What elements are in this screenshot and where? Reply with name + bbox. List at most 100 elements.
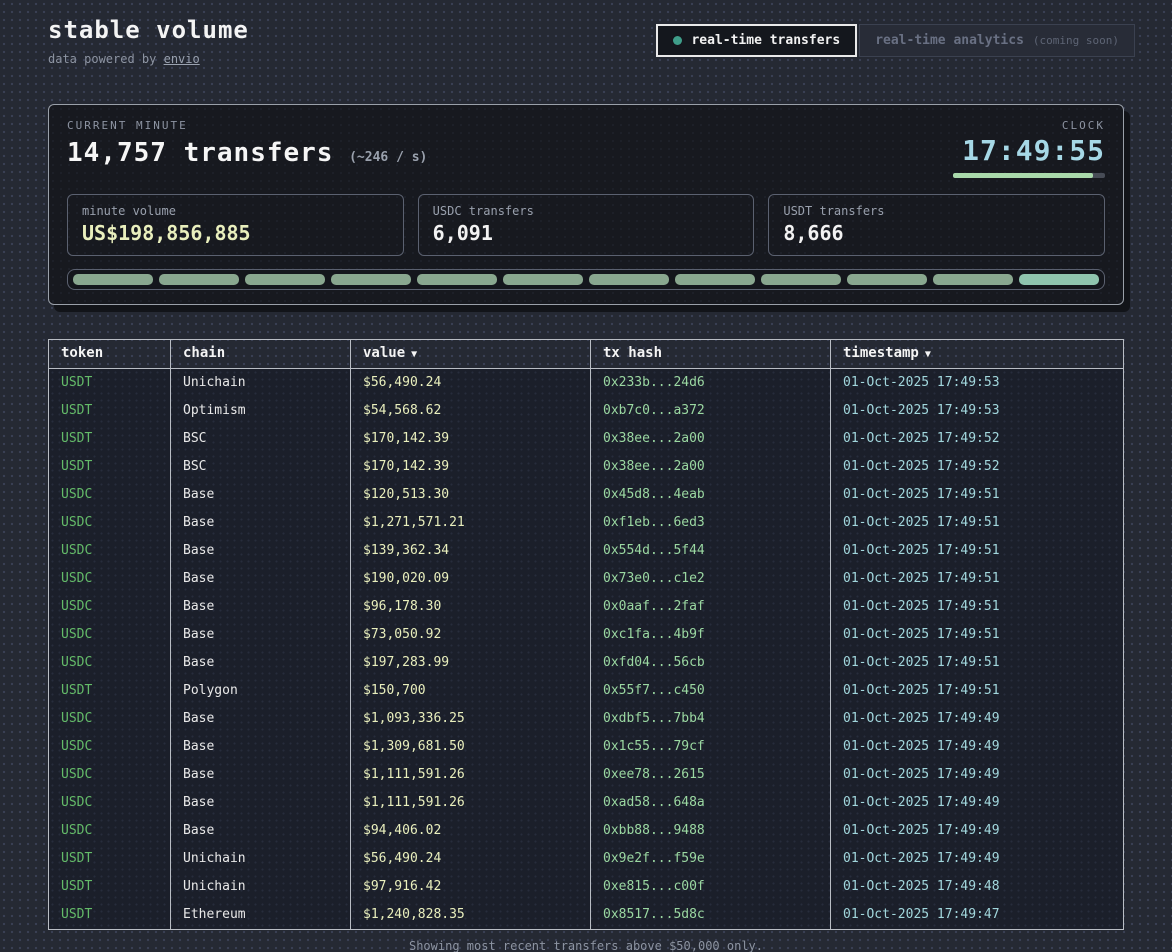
cell-value: $56,490.24 bbox=[351, 369, 591, 397]
clock-progress-fill bbox=[953, 173, 1093, 178]
cell-timestamp: 01-Oct-2025 17:49:49 bbox=[831, 733, 1123, 761]
cell-tx-hash[interactable]: 0xb7c0...a372 bbox=[591, 397, 831, 425]
current-minute-label: CURRENT MINUTE bbox=[67, 119, 427, 132]
cell-value: $197,283.99 bbox=[351, 649, 591, 677]
clock-time: 17:49:55 bbox=[953, 134, 1105, 167]
tab-real-time-analytics[interactable]: real-time analytics (coming soon) bbox=[859, 24, 1135, 57]
cell-tx-hash[interactable]: 0x554d...5f44 bbox=[591, 537, 831, 565]
cell-chain: Base bbox=[171, 789, 351, 817]
footer-note: Showing most recent transfers above $50,… bbox=[0, 939, 1172, 952]
cell-tx-hash[interactable]: 0xad58...648a bbox=[591, 789, 831, 817]
cell-tx-hash[interactable]: 0x55f7...c450 bbox=[591, 677, 831, 705]
cell-value: $1,309,681.50 bbox=[351, 733, 591, 761]
cell-tx-hash[interactable]: 0xee78...2615 bbox=[591, 761, 831, 789]
cell-token: USDC bbox=[49, 789, 171, 817]
cell-tx-hash[interactable]: 0x73e0...c1e2 bbox=[591, 565, 831, 593]
cell-tx-hash[interactable]: 0x45d8...4eab bbox=[591, 481, 831, 509]
sort-desc-icon: ▼ bbox=[411, 349, 417, 360]
minute-segment bbox=[503, 274, 583, 285]
cell-token: USDT bbox=[49, 873, 171, 901]
table-row: USDCBase$190,020.090x73e0...c1e201-Oct-2… bbox=[49, 565, 1123, 593]
cell-tx-hash[interactable]: 0xe815...c00f bbox=[591, 873, 831, 901]
cell-value: $139,362.34 bbox=[351, 537, 591, 565]
cell-chain: BSC bbox=[171, 453, 351, 481]
cell-tx-hash[interactable]: 0xc1fa...4b9f bbox=[591, 621, 831, 649]
minute-segment bbox=[331, 274, 411, 285]
cell-tx-hash[interactable]: 0x38ee...2a00 bbox=[591, 453, 831, 481]
envio-link[interactable]: envio bbox=[164, 52, 200, 66]
stat-minute-volume: minute volume US$198,856,885 bbox=[67, 194, 404, 256]
tab-label: real-time transfers bbox=[691, 33, 840, 48]
cell-chain: Unichain bbox=[171, 845, 351, 873]
cell-tx-hash[interactable]: 0x38ee...2a00 bbox=[591, 425, 831, 453]
clock-progress-track bbox=[953, 173, 1105, 178]
column-header-chain[interactable]: chain bbox=[171, 340, 351, 368]
minute-segment bbox=[589, 274, 669, 285]
cell-chain: Base bbox=[171, 817, 351, 845]
transfers-word: transfers bbox=[167, 138, 334, 168]
table-row: USDCBase$120,513.300x45d8...4eab01-Oct-2… bbox=[49, 481, 1123, 509]
minute-segment bbox=[245, 274, 325, 285]
minute-segment bbox=[159, 274, 239, 285]
transfers-count: 14,757 bbox=[67, 138, 167, 168]
cell-tx-hash[interactable]: 0xf1eb...6ed3 bbox=[591, 509, 831, 537]
table-row: USDCBase$1,093,336.250xdbf5...7bb401-Oct… bbox=[49, 705, 1123, 733]
live-dot-icon bbox=[673, 36, 682, 45]
minute-segment bbox=[417, 274, 497, 285]
cell-token: USDT bbox=[49, 901, 171, 929]
clock-label: CLOCK bbox=[953, 119, 1105, 132]
cell-chain: Base bbox=[171, 537, 351, 565]
cell-chain: Base bbox=[171, 509, 351, 537]
cell-timestamp: 01-Oct-2025 17:49:49 bbox=[831, 761, 1123, 789]
column-header-timestamp[interactable]: timestamp▼ bbox=[831, 340, 1123, 368]
cell-timestamp: 01-Oct-2025 17:49:51 bbox=[831, 537, 1123, 565]
table-header-row: token chain value▼ tx hash timestamp▼ bbox=[49, 340, 1123, 369]
tab-real-time-transfers[interactable]: real-time transfers bbox=[656, 24, 857, 57]
stat-value: 8,666 bbox=[783, 221, 1090, 245]
transfer-rate: (~246 / s) bbox=[349, 150, 427, 165]
cell-chain: Base bbox=[171, 481, 351, 509]
tab-bar: real-time transfers real-time analytics … bbox=[656, 24, 1135, 57]
cell-chain: Polygon bbox=[171, 677, 351, 705]
table-row: USDCBase$1,111,591.260xad58...648a01-Oct… bbox=[49, 789, 1123, 817]
cell-chain: Base bbox=[171, 649, 351, 677]
table-row: USDTPolygon$150,7000x55f7...c45001-Oct-2… bbox=[49, 677, 1123, 705]
table-row: USDCBase$1,271,571.210xf1eb...6ed301-Oct… bbox=[49, 509, 1123, 537]
minute-segment bbox=[73, 274, 153, 285]
stat-boxes: minute volume US$198,856,885 USDC transf… bbox=[67, 194, 1105, 256]
cell-timestamp: 01-Oct-2025 17:49:49 bbox=[831, 845, 1123, 873]
cell-timestamp: 01-Oct-2025 17:49:52 bbox=[831, 425, 1123, 453]
cell-token: USDC bbox=[49, 481, 171, 509]
stat-value: US$198,856,885 bbox=[82, 221, 389, 245]
column-header-tx-hash[interactable]: tx hash bbox=[591, 340, 831, 368]
table-row: USDCBase$1,309,681.500x1c55...79cf01-Oct… bbox=[49, 733, 1123, 761]
cell-value: $120,513.30 bbox=[351, 481, 591, 509]
cell-timestamp: 01-Oct-2025 17:49:51 bbox=[831, 677, 1123, 705]
minute-segment bbox=[933, 274, 1013, 285]
minute-segment bbox=[847, 274, 927, 285]
cell-token: USDC bbox=[49, 761, 171, 789]
cell-value: $150,700 bbox=[351, 677, 591, 705]
cell-value: $1,111,591.26 bbox=[351, 761, 591, 789]
cell-tx-hash[interactable]: 0x233b...24d6 bbox=[591, 369, 831, 397]
cell-value: $1,093,336.25 bbox=[351, 705, 591, 733]
table-row: USDTBSC$170,142.390x38ee...2a0001-Oct-20… bbox=[49, 453, 1123, 481]
cell-timestamp: 01-Oct-2025 17:49:51 bbox=[831, 565, 1123, 593]
column-header-token[interactable]: token bbox=[49, 340, 171, 368]
cell-tx-hash[interactable]: 0x9e2f...f59e bbox=[591, 845, 831, 873]
cell-tx-hash[interactable]: 0xbb88...9488 bbox=[591, 817, 831, 845]
clock-widget: CLOCK 17:49:55 bbox=[953, 119, 1105, 178]
cell-tx-hash[interactable]: 0x0aaf...2faf bbox=[591, 593, 831, 621]
cell-chain: Base bbox=[171, 593, 351, 621]
cell-tx-hash[interactable]: 0xdbf5...7bb4 bbox=[591, 705, 831, 733]
cell-timestamp: 01-Oct-2025 17:49:49 bbox=[831, 705, 1123, 733]
cell-value: $1,111,591.26 bbox=[351, 789, 591, 817]
cell-tx-hash[interactable]: 0x1c55...79cf bbox=[591, 733, 831, 761]
cell-tx-hash[interactable]: 0xfd04...56cb bbox=[591, 649, 831, 677]
stat-label: USDC transfers bbox=[433, 204, 740, 218]
table-row: USDTEthereum$1,240,828.350x8517...5d8c01… bbox=[49, 901, 1123, 929]
cell-token: USDC bbox=[49, 565, 171, 593]
sort-desc-icon: ▼ bbox=[925, 349, 931, 360]
column-header-value[interactable]: value▼ bbox=[351, 340, 591, 368]
cell-tx-hash[interactable]: 0x8517...5d8c bbox=[591, 901, 831, 929]
